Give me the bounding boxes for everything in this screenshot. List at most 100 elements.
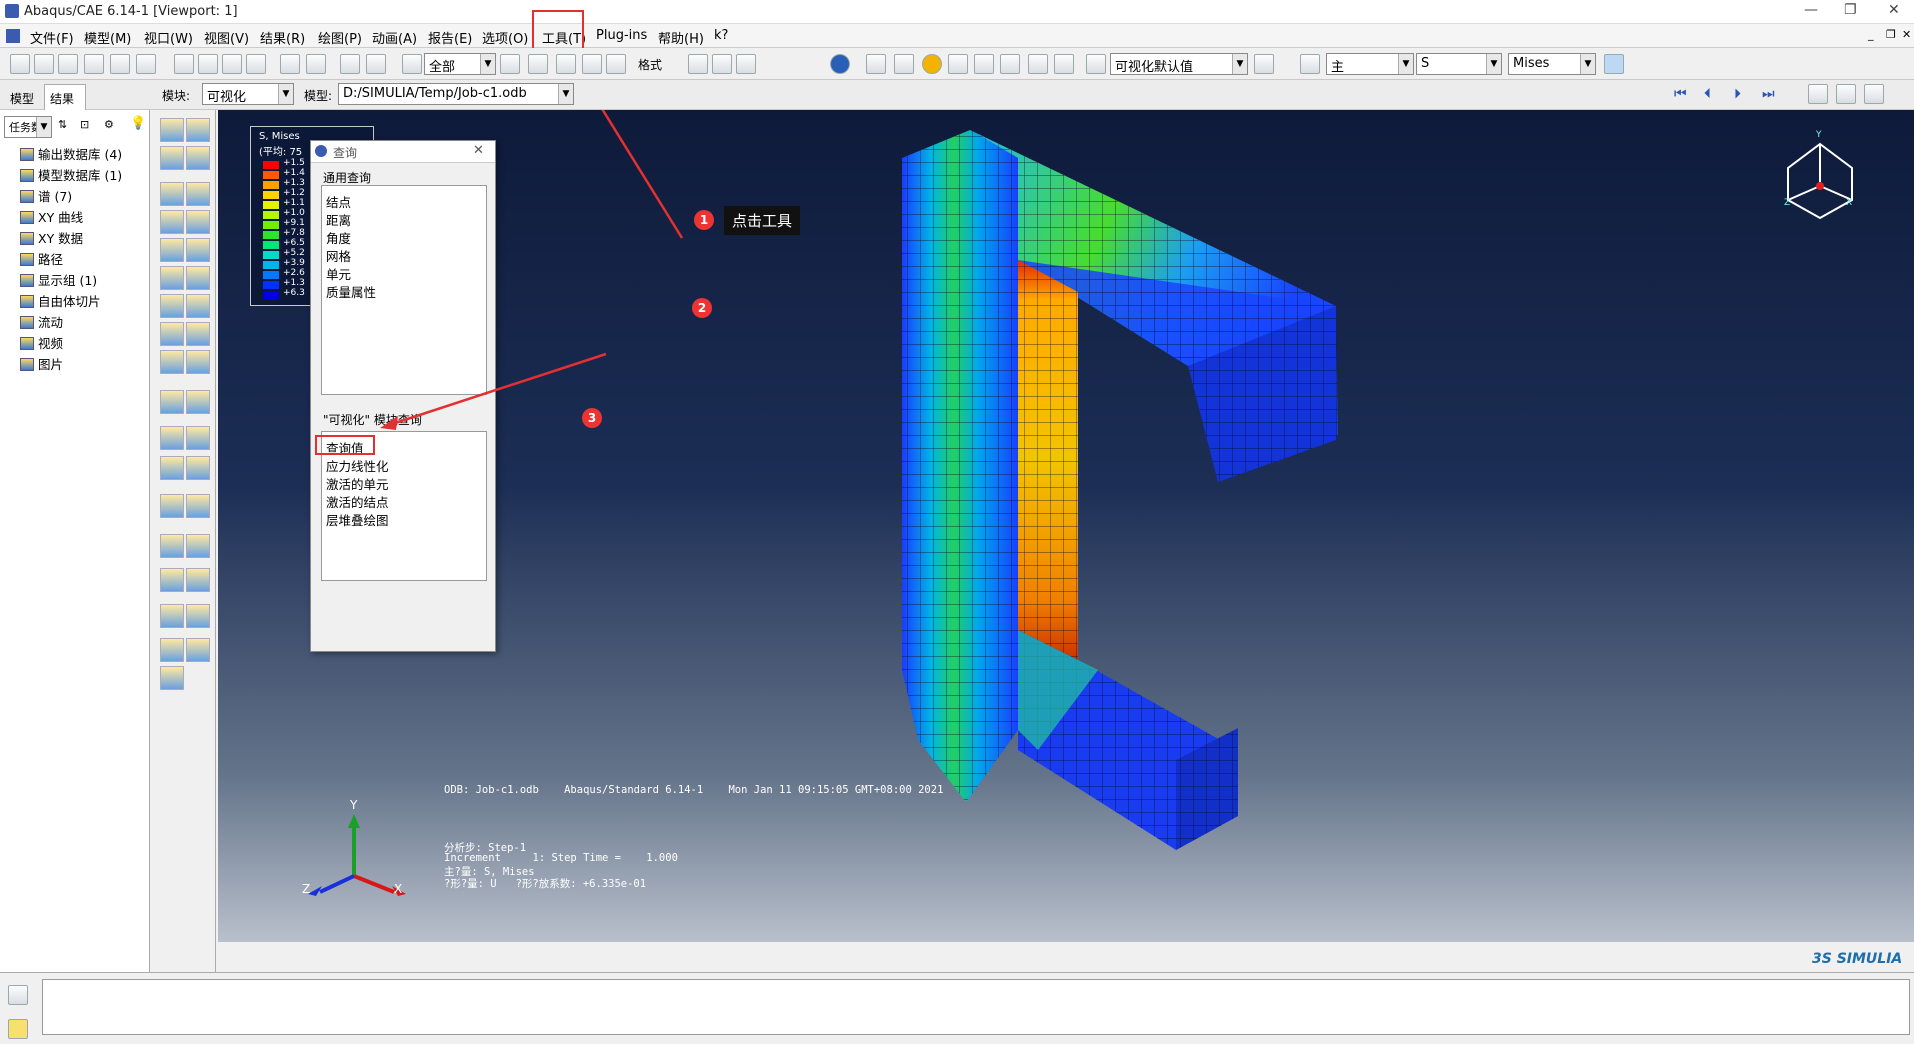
tree-item-stream[interactable]: 流动 (8, 312, 63, 332)
display-group-manager-icon[interactable] (186, 494, 210, 518)
query-item-active-elements[interactable]: 激活的单元 (326, 474, 389, 493)
menu-view[interactable]: 视图(V) (204, 28, 249, 47)
tree-options-icon[interactable]: ⚙ (104, 118, 114, 131)
menu-plot[interactable]: 绘图(P) (318, 28, 362, 47)
query-item-mass[interactable]: 质量属性 (326, 282, 376, 301)
sync-icon[interactable] (1604, 54, 1624, 74)
plot-undeformed-icon[interactable] (160, 118, 184, 142)
tree-item-xy-data[interactable]: XY 数据 (8, 228, 83, 248)
menu-model[interactable]: 模型(M) (84, 28, 131, 47)
animate-scale-icon[interactable] (160, 294, 184, 318)
viewport[interactable]: S, Mises (平均: 75 +1.5 +1.4 +1.3 +1.2 +1.1 +1.… (218, 110, 1914, 942)
task-filter-combo[interactable]: 任务数 ▼ (4, 116, 52, 138)
common-options-icon[interactable] (160, 210, 184, 234)
save-icon[interactable] (58, 54, 78, 74)
palette-icon[interactable] (1086, 54, 1106, 74)
database-icon[interactable] (110, 54, 130, 74)
table-icon[interactable] (1054, 54, 1074, 74)
stream-tool-icon[interactable] (160, 604, 184, 628)
camera-icon[interactable] (1864, 84, 1884, 104)
view-cut-icon[interactable] (160, 534, 184, 558)
tree-item-display-group[interactable]: 显示组 (1) (8, 270, 97, 290)
symbol-icon[interactable] (186, 146, 210, 170)
variable-type-combo[interactable]: 主 ▼ (1326, 53, 1414, 75)
filter-icon[interactable]: ⊡ (80, 118, 89, 131)
xy-manager-icon[interactable] (186, 426, 210, 450)
rotate-icon[interactable] (198, 54, 218, 74)
redo-icon[interactable] (1000, 54, 1020, 74)
tree-item-odb[interactable]: 输出数据库 (4) (8, 144, 122, 164)
python-prompt-icon[interactable] (8, 1019, 28, 1039)
general-query-list[interactable]: 结点 距离 角度 网格 单元 质量属性 (321, 185, 487, 395)
layer-icon[interactable] (340, 54, 360, 74)
menu-report[interactable]: 报告(E) (428, 28, 472, 47)
mdi-minimize-icon[interactable]: _ (1868, 28, 1874, 41)
query-item-active-nodes[interactable]: 激活的结点 (326, 492, 389, 511)
cube-solid-icon[interactable] (712, 54, 732, 74)
symbol-options-icon[interactable] (186, 238, 210, 262)
path-tool-icon[interactable] (160, 456, 184, 480)
restore-icon[interactable]: ❐ (1844, 2, 1857, 18)
query-item-ply-stack[interactable]: 层堆叠绘图 (326, 510, 389, 529)
magnify-icon[interactable] (222, 54, 242, 74)
bulb-icon[interactable]: 💡 (130, 116, 146, 131)
view-cut-manager-icon[interactable] (186, 534, 210, 558)
tree-item-movie[interactable]: 视频 (8, 333, 63, 353)
open-icon[interactable] (34, 54, 54, 74)
query-tool-icon[interactable] (1028, 54, 1048, 74)
cube-wire-icon[interactable] (688, 54, 708, 74)
tab-model[interactable]: 模型 (10, 90, 34, 107)
query-item-mesh[interactable]: 网格 (326, 246, 351, 265)
stack-icon[interactable] (136, 54, 156, 74)
close-icon[interactable]: ✕ (1888, 2, 1900, 18)
tree-item-spectra[interactable]: 谱 (7) (8, 186, 72, 206)
stream-manager-icon[interactable] (186, 604, 210, 628)
select-arrow-icon[interactable] (402, 54, 422, 74)
menu-viewport[interactable]: 视口(W) (144, 28, 193, 47)
message-icon[interactable] (8, 985, 28, 1005)
menu-file[interactable]: 文件(F) (30, 28, 74, 47)
viewport-menu-icon[interactable] (6, 29, 20, 43)
superimpose-icon[interactable] (186, 210, 210, 234)
menu-plugins[interactable]: Plug-ins (596, 28, 647, 43)
tab-results[interactable]: 结果 (50, 90, 74, 107)
menu-help[interactable]: 帮助(H) (658, 28, 704, 47)
plot-deformed-icon[interactable] (186, 118, 210, 142)
view-defaults-combo[interactable]: 可视化默认值 ▼ (1110, 53, 1248, 75)
display-group-tool-icon[interactable] (160, 494, 184, 518)
allow-multiple-icon[interactable] (186, 182, 210, 206)
field-output-icon[interactable] (1300, 54, 1320, 74)
sort-icon[interactable]: ⇅ (58, 118, 67, 131)
mdi-close-icon[interactable]: ✕ (1902, 28, 1911, 41)
cube-shaded-icon[interactable] (736, 54, 756, 74)
fbd-tool-icon[interactable] (160, 568, 184, 592)
variable-name-combo[interactable]: S ▼ (1416, 53, 1502, 75)
tree-item-image[interactable]: 图片 (8, 354, 63, 374)
cycle-icon[interactable] (306, 54, 326, 74)
query-item-node[interactable]: 结点 (326, 192, 351, 211)
layer2-icon[interactable] (366, 54, 386, 74)
minimize-icon[interactable]: — (1804, 2, 1818, 18)
render-icon[interactable] (556, 54, 576, 74)
contour-options-icon[interactable] (160, 238, 184, 262)
menu-options[interactable]: 选项(O) (482, 28, 528, 47)
query-item-angle[interactable]: 角度 (326, 228, 351, 247)
animate-harmonic-icon[interactable] (186, 322, 210, 346)
tree-item-path[interactable]: 路径 (8, 249, 63, 269)
zoom-box-icon[interactable] (246, 54, 266, 74)
view-cube[interactable] (1780, 134, 1860, 224)
circles-icon[interactable] (866, 54, 886, 74)
animate-options2-icon[interactable] (160, 350, 184, 374)
variable-component-combo[interactable]: Mises ▼ (1508, 53, 1596, 75)
tree-item-mdb[interactable]: 模型数据库 (1) (8, 165, 122, 185)
undo-icon[interactable] (974, 54, 994, 74)
fit-icon[interactable] (280, 54, 300, 74)
message-output[interactable] (42, 979, 1910, 1035)
tree-item-fbd[interactable]: 自由体切片 (8, 291, 101, 311)
probe-manager-icon[interactable] (186, 638, 210, 662)
dialog-titlebar[interactable]: 查询 ✕ (311, 141, 495, 163)
pan-icon[interactable] (174, 54, 194, 74)
prev-frame-icon[interactable]: ⏴ (1704, 86, 1711, 102)
animate-time-icon[interactable] (160, 322, 184, 346)
probe-tool-icon[interactable] (160, 638, 184, 662)
